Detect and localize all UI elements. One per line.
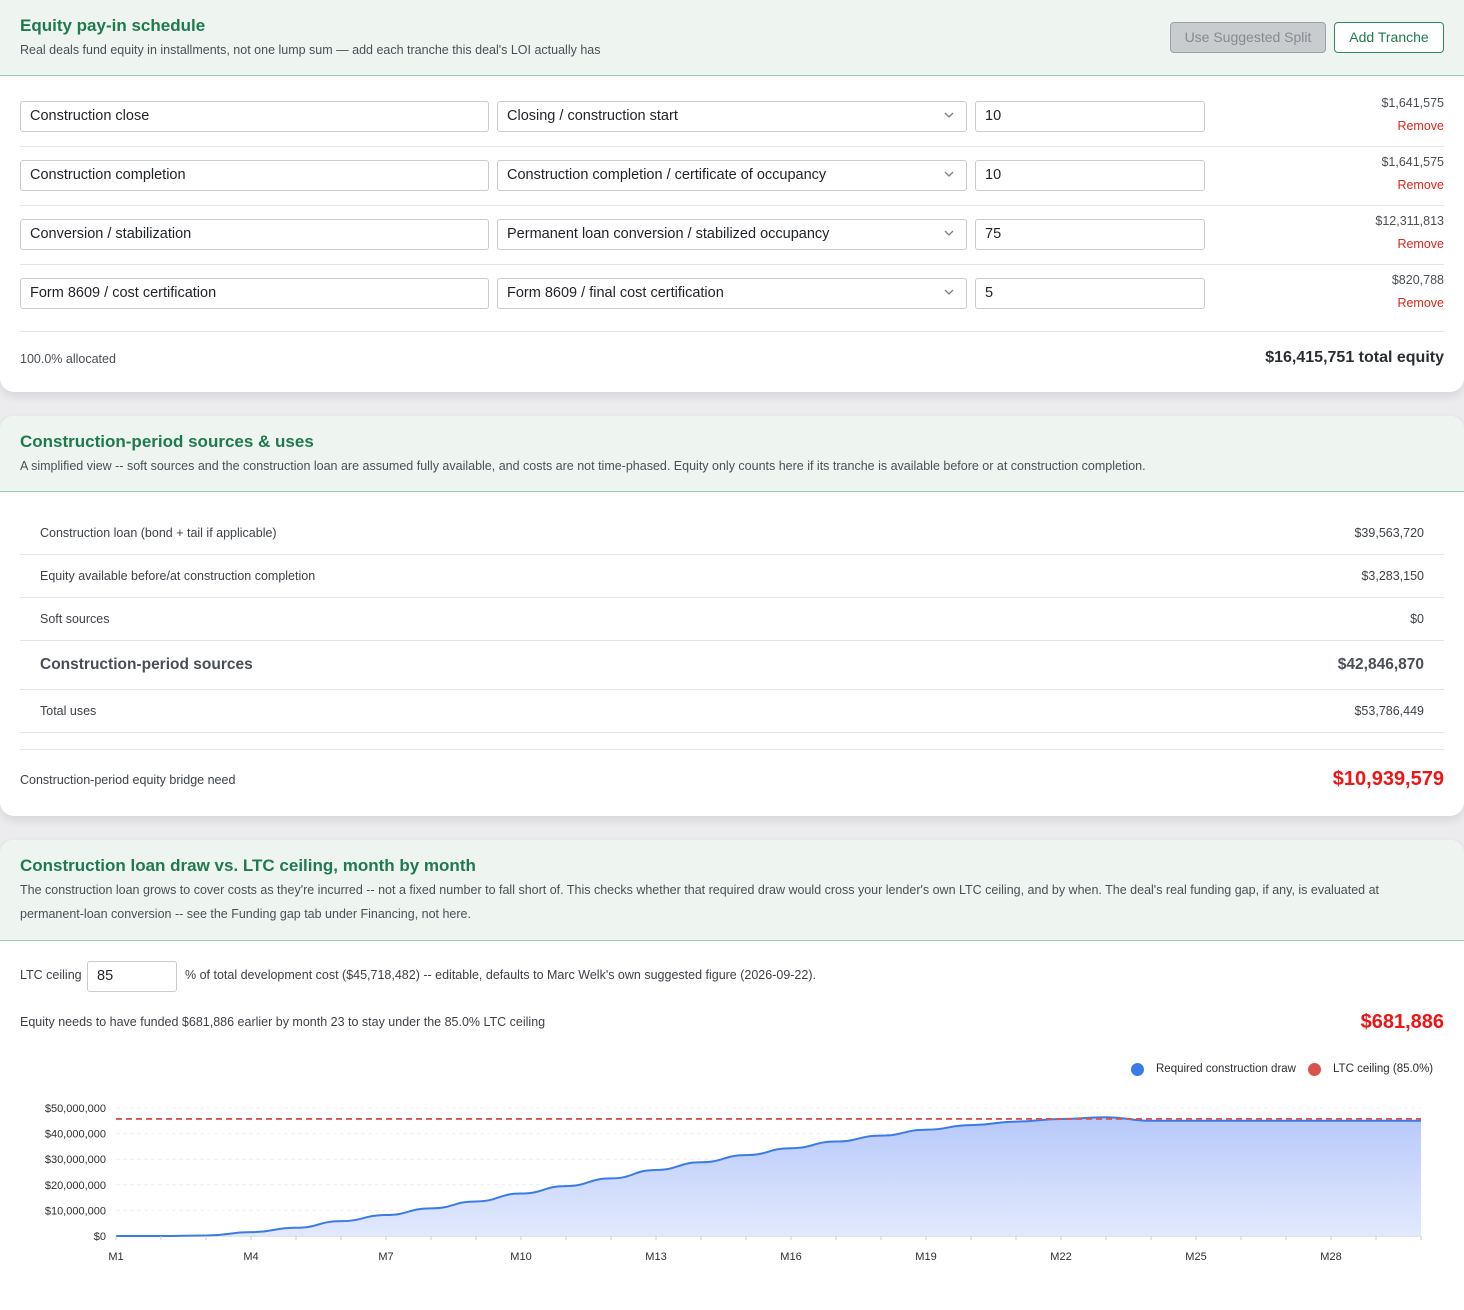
remove-tranche-link[interactable]: Remove xyxy=(1397,119,1444,133)
tranche-milestone-value: Form 8609 / final cost certification xyxy=(507,285,724,301)
chevron-down-icon xyxy=(944,112,954,118)
sources-uses-title: Construction-period sources & uses xyxy=(20,432,314,451)
sources-row-label: Soft sources xyxy=(40,612,110,626)
ltc-ceiling-label: LTC ceiling xyxy=(20,968,82,982)
sources-row-value: $0 xyxy=(1410,612,1424,626)
y-tick-label: $40,000,000 xyxy=(45,1129,106,1141)
total-sources-label: Construction-period sources xyxy=(40,656,253,673)
tranche-milestone-value: Closing / construction start xyxy=(507,108,678,124)
divider xyxy=(20,749,1444,750)
sources-uses-subtitle: A simplified view -- soft sources and th… xyxy=(20,459,1146,473)
tranche-row: Conversion / stabilization Permanent loa… xyxy=(20,206,1444,265)
total-uses-row: Total uses $53,786,449 xyxy=(20,690,1444,733)
total-equity-text: $16,415,751 total equity xyxy=(1265,349,1444,366)
x-tick-label: M25 xyxy=(1185,1251,1206,1263)
sources-row: Construction loan (bond + tail if applic… xyxy=(20,512,1444,555)
total-uses-value: $53,786,449 xyxy=(1354,704,1424,718)
sources-uses-card: Construction-period sources & uses A sim… xyxy=(0,416,1464,816)
equity-needed-text: Equity needs to have funded $681,886 ear… xyxy=(20,1015,546,1029)
tranche-milestone-value: Construction completion / certificate of… xyxy=(507,167,827,183)
x-tick-label: M22 xyxy=(1050,1251,1071,1263)
equity-schedule-header: Equity pay-in schedule Real deals fund e… xyxy=(0,0,1464,76)
tranche-amount: $1,641,575 xyxy=(1381,96,1444,110)
total-uses-label: Total uses xyxy=(40,704,97,718)
x-tick-label: M19 xyxy=(915,1251,936,1263)
tranche-milestone-select[interactable]: Permanent loan conversion / stabilized o… xyxy=(497,219,967,250)
sources-row-value: $39,563,720 xyxy=(1354,526,1424,540)
tranche-milestone-select[interactable]: Closing / construction start xyxy=(497,101,967,132)
chevron-down-icon xyxy=(944,230,954,236)
x-tick-label: M13 xyxy=(645,1251,666,1263)
tranche-milestone-select[interactable]: Form 8609 / final cost certification xyxy=(497,278,967,309)
sources-row-value: $3,283,150 xyxy=(1361,569,1424,583)
sources-uses-header: Construction-period sources & uses A sim… xyxy=(0,416,1464,492)
equity-needed-value: $681,886 xyxy=(1360,1011,1444,1033)
remove-tranche-link[interactable]: Remove xyxy=(1397,178,1444,192)
tranche-row: Construction completion Construction com… xyxy=(20,147,1444,206)
use-suggested-split-button[interactable]: Use Suggested Split xyxy=(1170,22,1326,53)
total-sources-row: Construction-period sources $42,846,870 xyxy=(20,641,1444,690)
add-tranche-button[interactable]: Add Tranche xyxy=(1334,22,1444,53)
x-tick-label: M1 xyxy=(108,1251,123,1263)
draw-chart-header: Construction loan draw vs. LTC ceiling, … xyxy=(0,840,1464,941)
draw-legend-label: Required construction draw xyxy=(1156,1063,1296,1075)
tranche-amount: $12,311,813 xyxy=(1375,214,1444,228)
tranche-percent-input[interactable]: 10 xyxy=(975,101,1205,132)
total-sources-value: $42,846,870 xyxy=(1337,656,1424,673)
tranche-milestone-value: Permanent loan conversion / stabilized o… xyxy=(507,226,830,242)
x-tick-label: M7 xyxy=(378,1251,393,1263)
x-tick-label: M10 xyxy=(510,1251,531,1263)
tranche-percent-input[interactable]: 10 xyxy=(975,160,1205,191)
bridge-need-value: $10,939,579 xyxy=(1332,768,1444,790)
tranche-row: Construction close Closing / constructio… xyxy=(20,88,1444,147)
tranche-name-input[interactable]: Construction completion xyxy=(20,160,489,191)
draw-legend-swatch xyxy=(1131,1063,1144,1076)
tranche-row: Form 8609 / cost certification Form 8609… xyxy=(20,265,1444,332)
x-tick-label: M4 xyxy=(243,1251,258,1263)
tranche-amount: $1,641,575 xyxy=(1381,155,1444,169)
y-tick-label: $10,000,000 xyxy=(45,1205,106,1217)
tranche-milestone-select[interactable]: Construction completion / certificate of… xyxy=(497,160,967,191)
remove-tranche-link[interactable]: Remove xyxy=(1397,296,1444,310)
sources-row: Soft sources $0 xyxy=(20,598,1444,641)
draw-chart-card: Construction loan draw vs. LTC ceiling, … xyxy=(0,840,1464,1310)
x-tick-label: M16 xyxy=(780,1251,801,1263)
draw-chart-title: Construction loan draw vs. LTC ceiling, … xyxy=(20,856,476,875)
allocated-text: 100.0% allocated xyxy=(20,352,116,366)
tranche-amount: $820,788 xyxy=(1391,273,1444,287)
y-tick-label: $20,000,000 xyxy=(45,1180,106,1192)
tranche-percent-input[interactable]: 75 xyxy=(975,219,1205,250)
sources-row-label: Construction loan (bond + tail if applic… xyxy=(40,526,277,540)
remove-tranche-link[interactable]: Remove xyxy=(1397,237,1444,251)
ltc-ceiling-input[interactable]: 85 xyxy=(87,961,177,992)
tranche-name-input[interactable]: Construction close xyxy=(20,101,489,132)
tranche-name-input[interactable]: Conversion / stabilization xyxy=(20,219,489,250)
equity-schedule-card: Equity pay-in schedule Real deals fund e… xyxy=(0,0,1464,392)
sources-row: Equity available before/at construction … xyxy=(20,555,1444,598)
ceiling-legend-label: LTC ceiling (85.0%) xyxy=(1333,1063,1434,1075)
y-tick-label: $0 xyxy=(94,1231,106,1243)
tranche-percent-input[interactable]: 5 xyxy=(975,278,1205,309)
ceiling-legend-swatch xyxy=(1308,1063,1321,1076)
draw-chart: $0 $10,000,000 $20,000,000 $30,000,000 $40,0… xyxy=(45,1103,1422,1263)
sources-row-label: Equity available before/at construction … xyxy=(40,569,316,583)
bridge-need-label: Construction-period equity bridge need xyxy=(20,773,236,787)
chevron-down-icon xyxy=(944,289,954,295)
y-tick-label: $30,000,000 xyxy=(45,1154,106,1166)
y-tick-label: $50,000,000 xyxy=(45,1103,106,1115)
draw-chart-subtitle: The construction loan grows to cover cos… xyxy=(20,883,1380,921)
tranche-name-input[interactable]: Form 8609 / cost certification xyxy=(20,278,489,309)
draw-area xyxy=(116,1117,1421,1236)
ltc-ceiling-description: % of total development cost ($45,718,482… xyxy=(185,968,816,982)
chevron-down-icon xyxy=(944,171,954,177)
x-tick-label: M28 xyxy=(1320,1251,1341,1263)
